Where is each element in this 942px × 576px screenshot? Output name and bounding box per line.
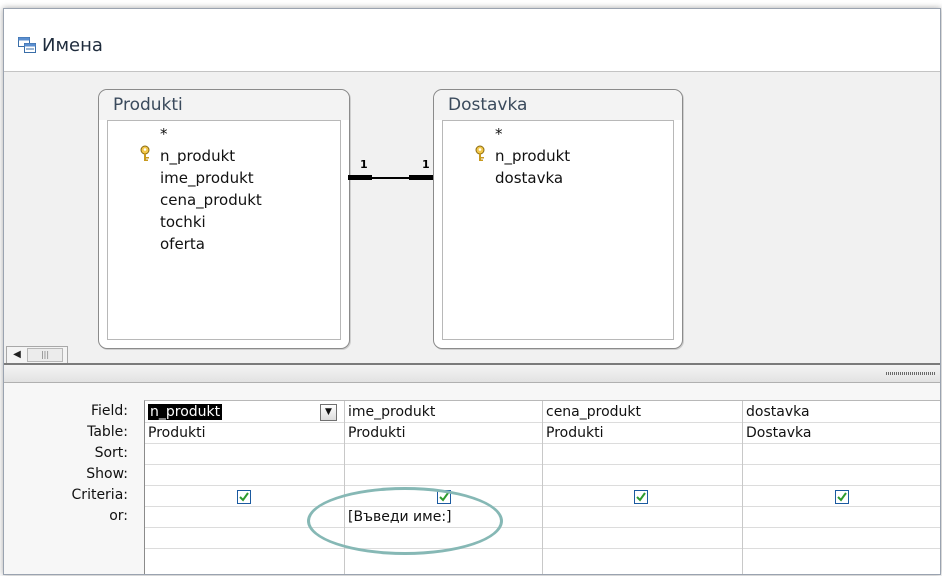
field-item[interactable]: oferta xyxy=(160,233,205,255)
selected-field-text[interactable]: n_produkt xyxy=(148,404,223,420)
row-label-criteria: Criteria: xyxy=(71,487,128,503)
row-label-or: or: xyxy=(109,508,128,524)
table-title[interactable]: Dostavka xyxy=(434,90,682,120)
table-title[interactable]: Produkti xyxy=(99,90,349,120)
criteria-cell[interactable] xyxy=(543,507,742,528)
scroll-thumb[interactable]: ||| xyxy=(27,348,63,362)
primary-key-icon xyxy=(473,145,487,163)
table-pane[interactable]: Produkti * n_produkt ime_produkt cena_pr… xyxy=(4,71,940,364)
row-label-show: Show: xyxy=(86,466,128,482)
design-grid-pane: Field: Table: Sort: Show: Criteria: or: … xyxy=(4,383,940,574)
show-checkbox[interactable] xyxy=(237,490,251,504)
window-title: Имена xyxy=(42,35,103,56)
relationship-label-left: 1 xyxy=(360,158,368,171)
sort-cell[interactable] xyxy=(145,444,344,465)
sort-cell[interactable] xyxy=(345,444,542,465)
show-checkbox[interactable] xyxy=(835,490,849,504)
or-cell[interactable] xyxy=(145,528,344,549)
show-checkbox[interactable] xyxy=(634,490,648,504)
pane-splitter[interactable] xyxy=(4,363,940,383)
query-design-window: Имена Produkti * n_produkt ime_produkt c… xyxy=(3,8,941,575)
field-list: * n_produkt ime_produkt cena_produkt toc… xyxy=(107,120,341,340)
scroll-left-icon[interactable]: ◀ xyxy=(9,348,25,362)
field-cell[interactable]: ime_produkt xyxy=(345,402,542,423)
table-cell[interactable]: Produkti xyxy=(543,423,742,444)
row-label-sort: Sort: xyxy=(94,445,128,461)
criteria-cell[interactable] xyxy=(145,507,344,528)
relationship-end-right xyxy=(409,175,433,180)
relationship-label-right: 1 xyxy=(422,158,430,171)
row-label-field: Field: xyxy=(90,403,128,419)
field-item[interactable]: n_produkt xyxy=(160,145,235,167)
field-item[interactable]: ime_produkt xyxy=(160,167,254,189)
field-item[interactable]: n_produkt xyxy=(495,145,570,167)
criteria-cell[interactable] xyxy=(743,507,940,528)
table-cell[interactable]: Produkti xyxy=(145,423,344,444)
field-cell[interactable]: cena_produkt xyxy=(543,402,742,423)
title-bar: Имена xyxy=(4,9,940,71)
field-item[interactable]: cena_produkt xyxy=(160,189,262,211)
grid-row-divider xyxy=(145,485,940,486)
field-item[interactable]: * xyxy=(495,123,503,145)
horizontal-scrollbar[interactable]: ◀ ||| xyxy=(6,346,68,364)
table-dostavka[interactable]: Dostavka * n_produkt dostavka xyxy=(433,89,683,349)
show-checkbox[interactable] xyxy=(437,490,451,504)
table-produkti[interactable]: Produkti * n_produkt ime_produkt cena_pr… xyxy=(98,89,350,349)
criteria-cell[interactable]: [Въведи име:] xyxy=(345,507,542,528)
primary-key-icon xyxy=(138,145,152,163)
field-item[interactable]: tochki xyxy=(160,211,206,233)
or-cell[interactable] xyxy=(543,528,742,549)
or-cell[interactable] xyxy=(743,528,940,549)
field-list: * n_produkt dostavka xyxy=(442,120,674,340)
relationship-end-left xyxy=(348,175,372,180)
field-item[interactable]: * xyxy=(160,123,168,145)
table-cell[interactable]: Produkti xyxy=(345,423,542,444)
sort-cell[interactable] xyxy=(543,444,742,465)
sort-cell[interactable] xyxy=(743,444,940,465)
field-dropdown-icon[interactable]: ▼ xyxy=(320,404,337,421)
field-cell[interactable]: n_produkt xyxy=(145,402,344,423)
or-cell[interactable] xyxy=(345,528,542,549)
query-design-grid: n_produkt ▼ Produkti ime_produkt Produkt… xyxy=(144,400,940,574)
field-cell[interactable]: dostavka xyxy=(743,402,940,423)
field-item[interactable]: dostavka xyxy=(495,167,563,189)
query-design-icon xyxy=(18,37,36,53)
splitter-grip-icon xyxy=(886,372,936,375)
table-cell[interactable]: Dostavka xyxy=(743,423,940,444)
row-label-table: Table: xyxy=(87,424,128,440)
